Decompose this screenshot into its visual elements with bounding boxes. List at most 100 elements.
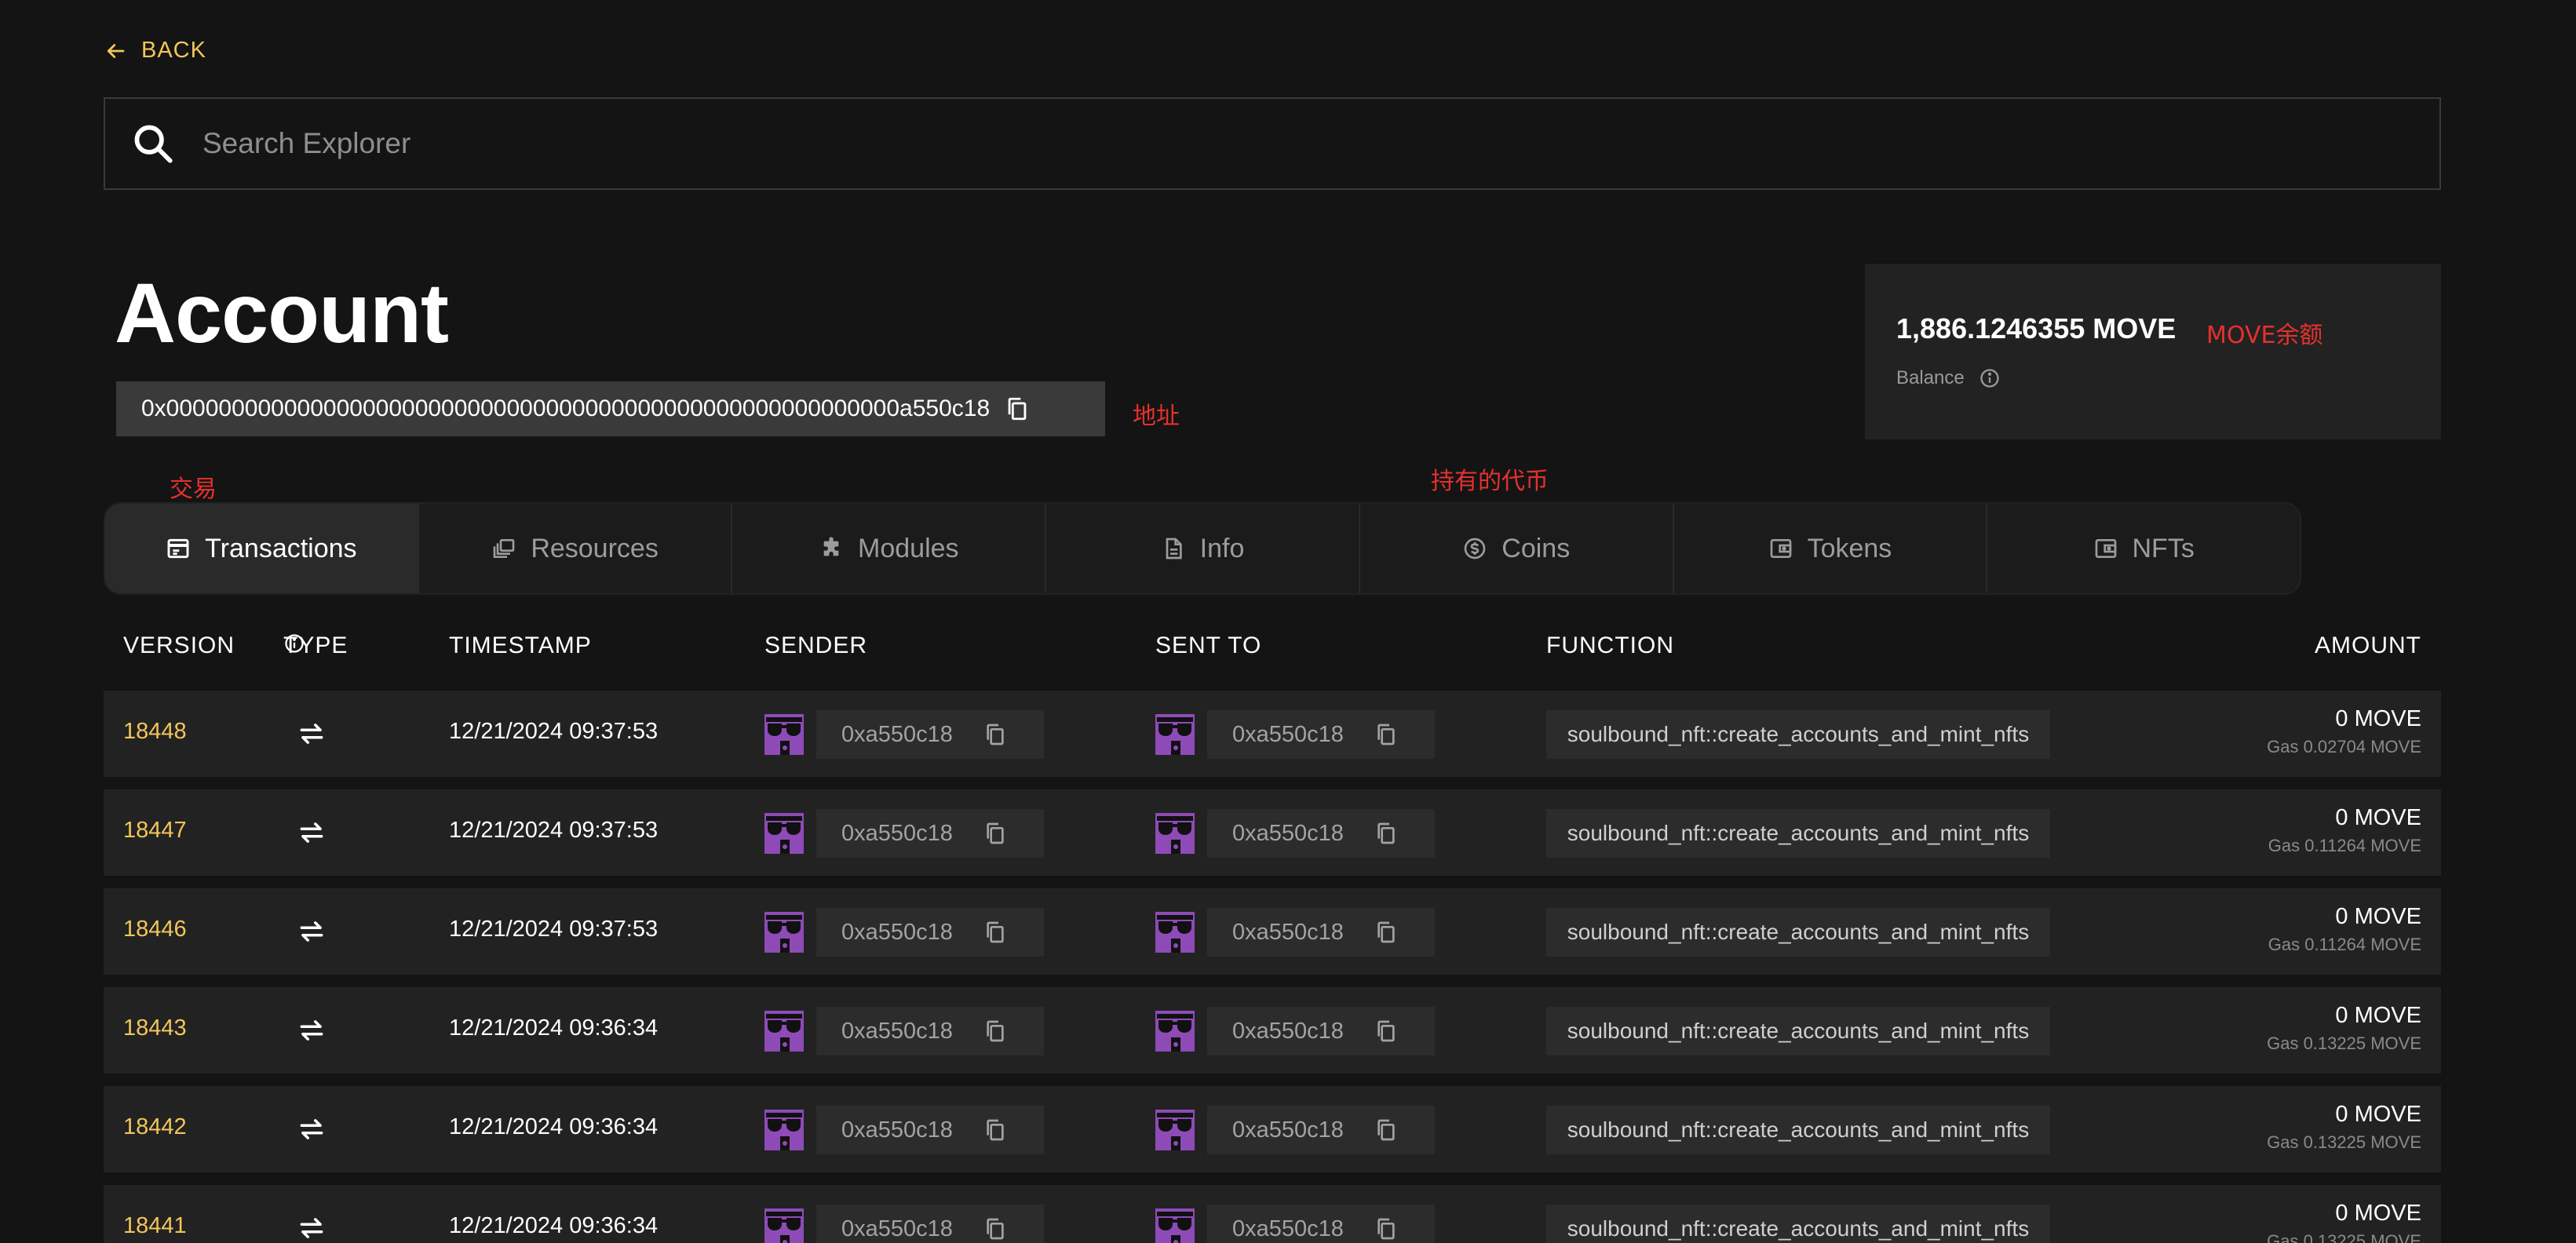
tab-label: Info	[1199, 533, 1245, 563]
tab-coins[interactable]: Coins	[1360, 504, 1674, 593]
info-icon[interactable]	[1979, 367, 2001, 389]
copy-icon[interactable]	[983, 722, 1008, 747]
version-link[interactable]: 18441	[123, 1213, 187, 1239]
copy-icon[interactable]	[1374, 821, 1399, 846]
tab-label: NFTs	[2132, 533, 2195, 563]
tab-nfts[interactable]: NFTs	[1987, 504, 2300, 593]
tab-tokens[interactable]: Tokens	[1674, 504, 1988, 593]
balance-label: Balance	[1896, 367, 1965, 388]
avatar-icon	[1155, 813, 1195, 854]
copy-icon[interactable]	[1374, 1216, 1399, 1241]
sender-address[interactable]: 0xa550c18	[816, 1205, 1044, 1243]
version-link[interactable]: 18443	[123, 1015, 187, 1041]
version-link[interactable]: 18442	[123, 1114, 187, 1140]
avatar-icon	[764, 813, 804, 854]
back-link[interactable]: BACK	[104, 38, 206, 64]
header-version: VERSION	[123, 632, 235, 658]
balance-label-row: Balance	[1896, 367, 2001, 389]
table-row[interactable]: 18448 12/21/2024 09:37:53 0xa550c18 0xa5…	[104, 691, 2441, 777]
avatar-icon	[764, 1011, 804, 1052]
amount-cell: 0 MOVE Gas 0.13225 MOVE	[2267, 1201, 2421, 1243]
version-link[interactable]: 18448	[123, 719, 187, 745]
copy-icon[interactable]	[983, 1117, 1008, 1143]
coin-icon	[1464, 538, 1486, 560]
transfer-arrows-icon	[300, 1020, 323, 1041]
tab-transactions[interactable]: Transactions	[105, 504, 419, 593]
sender-address-text: 0xa550c18	[841, 820, 953, 846]
function-chip[interactable]: soulbound_nft::create_accounts_and_mint_…	[1546, 710, 2050, 759]
function-chip[interactable]: soulbound_nft::create_accounts_and_mint_…	[1546, 1007, 2050, 1055]
table-row[interactable]: 18443 12/21/2024 09:36:34 0xa550c18 0xa5…	[104, 987, 2441, 1074]
copy-icon[interactable]	[983, 821, 1008, 846]
sent-to-address[interactable]: 0xa550c18	[1207, 908, 1435, 957]
amount-value: 0 MOVE	[2335, 706, 2421, 731]
function-name: soulbound_nft::create_accounts_and_mint_…	[1567, 920, 2030, 944]
amount-cell: 0 MOVE Gas 0.11264 MOVE	[2268, 805, 2421, 856]
function-chip[interactable]: soulbound_nft::create_accounts_and_mint_…	[1546, 809, 2050, 858]
function-chip[interactable]: soulbound_nft::create_accounts_and_mint_…	[1546, 1106, 2050, 1154]
transfer-arrows-icon	[300, 1218, 323, 1238]
sender-address[interactable]: 0xa550c18	[816, 1007, 1044, 1055]
search-icon	[134, 125, 173, 163]
function-chip[interactable]: soulbound_nft::create_accounts_and_mint_…	[1546, 1205, 2050, 1243]
header-amount: AMOUNT	[2315, 632, 2421, 658]
copy-icon[interactable]	[1374, 1019, 1399, 1044]
header-sender: SENDER	[764, 632, 868, 658]
transfer-arrows-icon	[300, 921, 323, 942]
version-link[interactable]: 18447	[123, 818, 187, 844]
sent-to-address[interactable]: 0xa550c18	[1207, 809, 1435, 858]
version-link[interactable]: 18446	[123, 917, 187, 942]
sent-to-address-text: 0xa550c18	[1232, 820, 1344, 846]
sender-address-text: 0xa550c18	[841, 919, 953, 945]
table-row[interactable]: 18442 12/21/2024 09:36:34 0xa550c18 0xa5…	[104, 1086, 2441, 1172]
copy-icon[interactable]	[1374, 920, 1399, 945]
table-header: VERSION TYPE TIMESTAMP SENDER SENT TO FU…	[104, 632, 2441, 664]
table-row[interactable]: 18447 12/21/2024 09:37:53 0xa550c18 0xa5…	[104, 789, 2441, 876]
copy-icon[interactable]	[983, 1019, 1008, 1044]
sent-to-cell: 0xa550c18	[1155, 710, 1435, 759]
sent-to-address-text: 0xa550c18	[1232, 1018, 1344, 1044]
sent-to-address[interactable]: 0xa550c18	[1207, 710, 1435, 759]
search-bar[interactable]	[104, 97, 2441, 190]
arrow-left-icon	[107, 43, 125, 58]
header-type: TYPE	[283, 632, 347, 658]
sender-address-text: 0xa550c18	[841, 1216, 953, 1241]
table-row[interactable]: 18441 12/21/2024 09:36:34 0xa550c18 0xa5…	[104, 1185, 2441, 1243]
copy-icon[interactable]	[983, 1216, 1008, 1241]
copy-icon[interactable]	[1374, 722, 1399, 747]
tab-label: Resources	[531, 533, 659, 563]
tab-modules[interactable]: Modules	[732, 504, 1047, 593]
tab-info[interactable]: Info	[1046, 504, 1360, 593]
amount-cell: 0 MOVE Gas 0.11264 MOVE	[2268, 904, 2421, 955]
function-name: soulbound_nft::create_accounts_and_mint_…	[1567, 1216, 2030, 1241]
header-function: FUNCTION	[1546, 632, 1674, 658]
page-title: Account	[115, 265, 449, 360]
search-input[interactable]	[203, 127, 2439, 160]
sent-to-address[interactable]: 0xa550c18	[1207, 1106, 1435, 1154]
timestamp: 12/21/2024 09:36:34	[449, 1213, 659, 1238]
transactions-table: 18448 12/21/2024 09:37:53 0xa550c18 0xa5…	[104, 691, 2441, 1243]
timestamp: 12/21/2024 09:36:34	[449, 1015, 659, 1041]
tab-resources[interactable]: Resources	[419, 504, 733, 593]
amount-cell: 0 MOVE Gas 0.13225 MOVE	[2267, 1102, 2421, 1153]
avatar-icon	[1155, 912, 1195, 953]
timestamp: 12/21/2024 09:36:34	[449, 1114, 659, 1139]
copy-icon[interactable]	[1004, 396, 1031, 422]
amount-cell: 0 MOVE Gas 0.02704 MOVE	[2267, 706, 2421, 757]
sent-to-address[interactable]: 0xa550c18	[1207, 1007, 1435, 1055]
sender-address[interactable]: 0xa550c18	[816, 809, 1044, 858]
sender-cell: 0xa550c18	[764, 1205, 1044, 1243]
sender-address[interactable]: 0xa550c18	[816, 1106, 1044, 1154]
sent-to-address[interactable]: 0xa550c18	[1207, 1205, 1435, 1243]
sender-address[interactable]: 0xa550c18	[816, 908, 1044, 957]
sender-address[interactable]: 0xa550c18	[816, 710, 1044, 759]
tab-label: Tokens	[1807, 533, 1892, 563]
function-chip[interactable]: soulbound_nft::create_accounts_and_mint_…	[1546, 908, 2050, 957]
copy-icon[interactable]	[983, 920, 1008, 945]
transfer-arrows-icon	[300, 822, 323, 843]
timestamp: 12/21/2024 09:37:53	[449, 818, 659, 843]
back-label: BACK	[141, 38, 206, 63]
copy-icon[interactable]	[1374, 1117, 1399, 1143]
transactions-icon	[167, 538, 189, 559]
table-row[interactable]: 18446 12/21/2024 09:37:53 0xa550c18 0xa5…	[104, 888, 2441, 975]
